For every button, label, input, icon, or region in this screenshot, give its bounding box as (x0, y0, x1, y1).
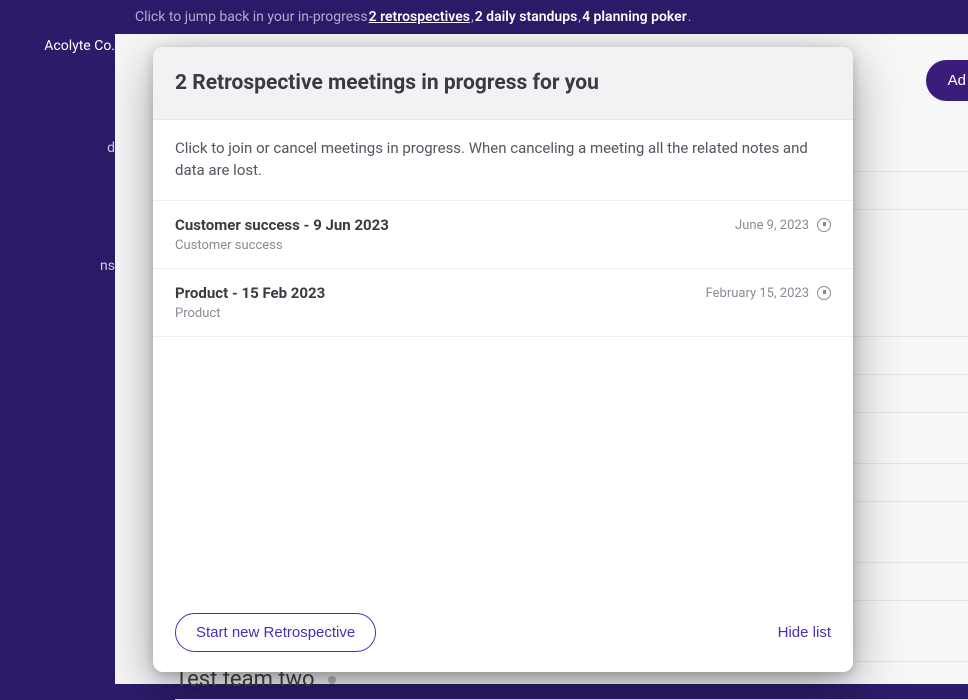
modal-description: Click to join or cancel meetings in prog… (153, 120, 853, 201)
banner-prefix: Click to jump back in your in-progress (135, 9, 368, 25)
modal-header: 2 Retrospective meetings in progress for… (153, 47, 853, 120)
add-button[interactable]: Ad (926, 60, 968, 101)
meeting-info: Customer success - 9 Jun 2023 Customer s… (175, 216, 735, 253)
retrospective-modal: 2 Retrospective meetings in progress for… (153, 47, 853, 672)
meeting-row[interactable]: Product - 15 Feb 2023 Product February 1… (153, 269, 853, 337)
meeting-date: February 15, 2023 (706, 286, 809, 301)
modal-title: 2 Retrospective meetings in progress for… (175, 71, 831, 95)
meeting-meta: June 9, 2023 (735, 216, 831, 233)
banner-sep1: , (471, 9, 474, 25)
sidebar-nav-item-2[interactable]: ns (0, 250, 115, 282)
meeting-info: Product - 15 Feb 2023 Product (175, 284, 706, 321)
meeting-list: Customer success - 9 Jun 2023 Customer s… (153, 201, 853, 594)
start-retrospective-button[interactable]: Start new Retrospective (175, 613, 376, 652)
banner-standups-link[interactable]: 2 daily standups (475, 9, 578, 25)
banner-suffix: . (688, 9, 692, 25)
hide-list-button[interactable]: Hide list (778, 624, 831, 641)
meeting-meta: February 15, 2023 (706, 284, 831, 301)
sidebar-nav-item-1[interactable]: d (0, 132, 115, 164)
meeting-title: Product - 15 Feb 2023 (175, 284, 706, 302)
banner-poker-link[interactable]: 4 planning poker (582, 9, 687, 25)
in-progress-banner: Click to jump back in your in-progress 2… (115, 0, 968, 34)
meeting-row[interactable]: Customer success - 9 Jun 2023 Customer s… (153, 201, 853, 269)
meeting-date: June 9, 2023 (735, 218, 809, 233)
org-name[interactable]: Acolyte Co. (0, 30, 115, 62)
meeting-team: Customer success (175, 238, 735, 253)
team-status-dot-icon (328, 676, 336, 684)
modal-footer: Start new Retrospective Hide list (153, 593, 853, 672)
sidebar: Acolyte Co. d ns (0, 0, 115, 684)
stopwatch-icon (817, 218, 831, 232)
stopwatch-icon (817, 286, 831, 300)
meeting-title: Customer success - 9 Jun 2023 (175, 216, 735, 234)
meeting-team: Product (175, 306, 706, 321)
banner-sep2: , (578, 9, 581, 25)
banner-retro-link[interactable]: 2 retrospectives (369, 9, 470, 25)
